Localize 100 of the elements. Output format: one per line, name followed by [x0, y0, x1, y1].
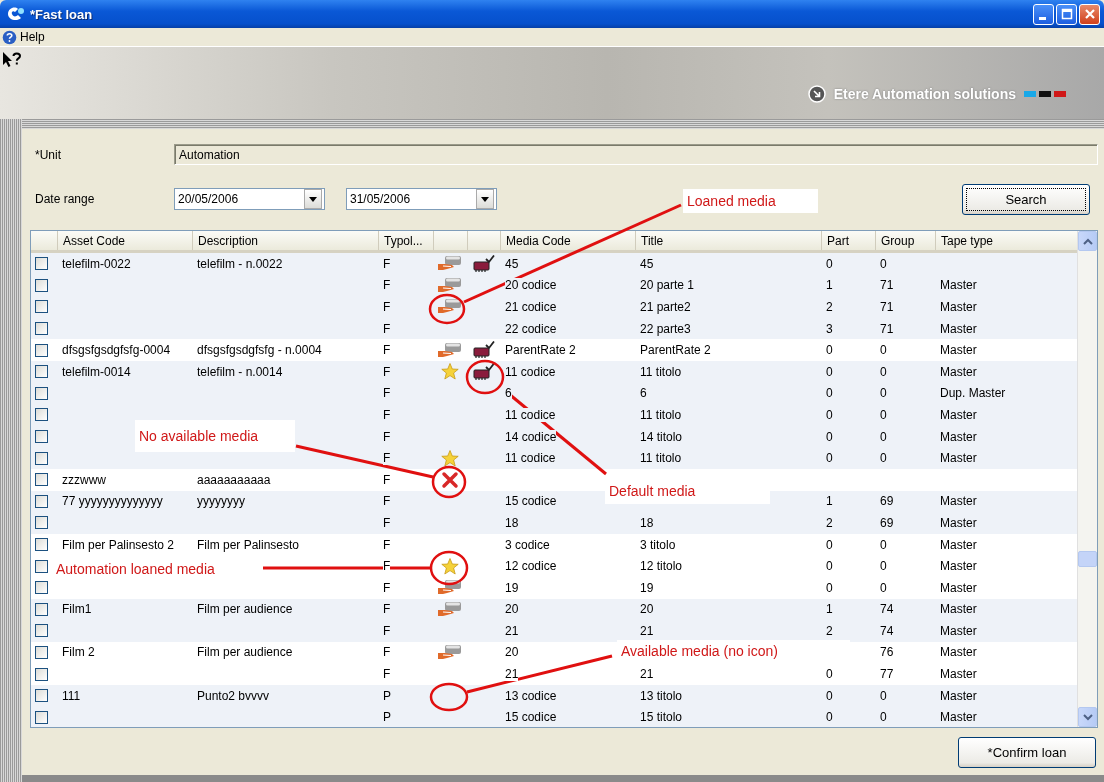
table-cell: 2	[826, 515, 833, 530]
column-header[interactable]: Asset Code	[57, 231, 192, 250]
table-cell: 0	[826, 364, 833, 379]
table-cell: F	[383, 364, 391, 379]
table-cell: F	[383, 537, 391, 552]
date-to-dropdown[interactable]: 31/05/2006	[346, 188, 497, 210]
row-checkbox[interactable]	[35, 365, 48, 379]
hand-tape-icon	[438, 276, 462, 294]
close-icon	[1083, 8, 1096, 20]
scroll-down-button[interactable]	[1078, 707, 1097, 727]
row-checkbox[interactable]	[35, 430, 48, 444]
maximize-button[interactable]	[1056, 3, 1077, 25]
column-header[interactable]: Description	[192, 231, 378, 250]
help-pointer-icon[interactable]	[2, 51, 22, 69]
table-cell: 14 titolo	[640, 429, 683, 444]
table-cell: 0	[880, 688, 887, 703]
star-icon	[441, 363, 459, 381]
unit-field[interactable]: Automation	[174, 144, 1098, 165]
dropdown-arrow-icon	[481, 196, 489, 202]
row-checkbox[interactable]	[35, 581, 48, 595]
tape-check-icon	[472, 341, 495, 360]
row-checkbox[interactable]	[35, 322, 48, 336]
table-cell: telefilm - n.0022	[197, 256, 283, 271]
hand-tape-icon	[438, 255, 462, 273]
row-checkbox[interactable]	[35, 559, 48, 573]
row-checkbox[interactable]	[35, 602, 48, 616]
table-cell: F	[383, 429, 391, 444]
menu-item[interactable]: Help	[2, 29, 49, 45]
minimize-button[interactable]	[1033, 3, 1054, 25]
table-cell: 21 parte2	[640, 300, 691, 314]
row-checkbox[interactable]	[35, 386, 48, 400]
table-cell: dfsgsfgsdgfsfg-0004	[62, 343, 171, 358]
chevron-down-icon	[1082, 713, 1093, 721]
hand-tape-icon	[438, 644, 462, 661]
table-cell: F	[383, 407, 391, 422]
row-checkbox[interactable]	[35, 300, 48, 314]
help-icon	[2, 29, 17, 45]
row-checkbox[interactable]	[35, 516, 48, 530]
search-button[interactable]: Search	[962, 183, 1090, 215]
hand-tape-icon	[438, 298, 462, 316]
column-header[interactable]: Typol...	[378, 231, 433, 250]
table-cell: Film per audience	[197, 602, 293, 617]
close-button[interactable]	[1079, 3, 1100, 25]
table-cell: 71	[880, 300, 894, 314]
table-cell: Master	[940, 623, 977, 638]
table-cell: 69	[880, 515, 894, 530]
row-checkbox[interactable]	[35, 689, 48, 703]
table-cell: Master	[940, 300, 977, 314]
row-checkbox[interactable]	[35, 343, 48, 357]
table-cell: 0	[880, 407, 887, 422]
table-cell: 3 codice	[505, 537, 550, 552]
table-cell: telefilm-0014	[62, 364, 131, 379]
maximize-icon	[1060, 8, 1073, 20]
unit-label: *Unit	[34, 147, 62, 162]
callout-label: Loaned media	[683, 189, 818, 213]
table-cell: F	[383, 623, 391, 638]
row-checkbox[interactable]	[35, 624, 48, 638]
row-checkbox[interactable]	[35, 646, 48, 659]
table-cell: F	[383, 451, 391, 466]
table-cell: Dup. Master	[940, 386, 1006, 401]
table-cell: Master	[940, 429, 977, 444]
table-cell: 2	[826, 300, 833, 314]
window-title: *Fast loan	[30, 6, 93, 22]
row-checkbox[interactable]	[35, 451, 48, 465]
column-header[interactable]: Group	[875, 231, 935, 250]
table-cell: Punto2 bvvvv	[197, 688, 270, 703]
table-cell: 77 yyyyyyyyyyyyyy	[62, 494, 163, 509]
dropdown-arrow-icon	[309, 196, 317, 202]
row-checkbox[interactable]	[35, 667, 48, 681]
row-checkbox[interactable]	[35, 257, 48, 271]
row-checkbox[interactable]	[35, 710, 48, 724]
row-checkbox[interactable]	[35, 494, 48, 508]
table-cell: 22 codice	[505, 321, 557, 336]
confirm-loan-button[interactable]: *Confirm loan	[958, 737, 1096, 768]
column-header[interactable]: Media Code	[500, 231, 635, 250]
table-cell: 0	[880, 580, 887, 595]
table-cell: 22 parte3	[640, 321, 691, 336]
row-checkbox[interactable]	[35, 408, 48, 422]
table-cell: Film per Palinsesto 2	[62, 537, 175, 552]
cross-icon	[441, 470, 459, 489]
star-icon	[441, 449, 459, 467]
tape-check-icon	[472, 254, 495, 273]
table-cell: 11 codice	[505, 407, 556, 422]
row-checkbox[interactable]	[35, 278, 48, 292]
date-from-dropdown[interactable]: 20/05/2006	[174, 188, 325, 210]
column-header[interactable]: Title	[635, 231, 821, 250]
scroll-thumb[interactable]	[1078, 551, 1097, 567]
table-cell: Film per Palinsesto	[197, 537, 300, 552]
row-checkbox[interactable]	[35, 538, 48, 551]
table-cell: 13 titolo	[640, 688, 683, 703]
scrollbar[interactable]	[1077, 231, 1097, 727]
tape-check-icon	[472, 362, 495, 381]
table-cell: 21 codice	[505, 300, 557, 314]
scroll-up-button[interactable]	[1078, 231, 1097, 251]
column-header[interactable]: Part	[821, 231, 875, 250]
column-header[interactable]: Tape type	[935, 231, 1071, 250]
table-cell: 19	[505, 580, 519, 595]
star-icon	[441, 557, 459, 575]
minimize-icon	[1038, 16, 1046, 20]
row-checkbox[interactable]	[35, 473, 48, 487]
